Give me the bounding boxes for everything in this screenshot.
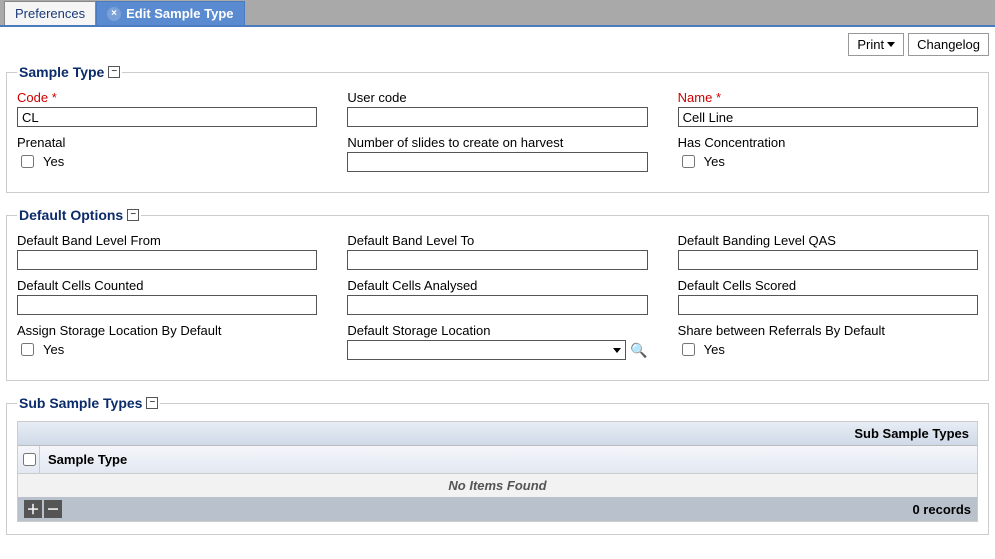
tab-preferences-label: Preferences: [15, 6, 85, 21]
checkbox-has-concentration-yes: Yes: [704, 154, 725, 169]
legend-default-options-label: Default Options: [19, 207, 123, 223]
collapse-toggle-icon[interactable]: −: [146, 397, 158, 409]
input-name[interactable]: [678, 107, 978, 127]
legend-sub-sample-types-label: Sub Sample Types: [19, 395, 142, 411]
input-band-from[interactable]: [17, 250, 317, 270]
tab-preferences[interactable]: Preferences: [4, 1, 96, 25]
print-label: Print: [857, 37, 884, 52]
legend-sample-type: Sample Type −: [17, 64, 122, 80]
fieldset-default-options: Default Options − Default Band Level Fro…: [6, 207, 989, 381]
label-band-from: Default Band Level From: [17, 233, 317, 248]
input-band-qas[interactable]: [678, 250, 978, 270]
input-cells-scored[interactable]: [678, 295, 978, 315]
checkbox-assign-storage[interactable]: [21, 343, 34, 356]
search-icon[interactable]: 🔍: [630, 342, 647, 359]
chevron-down-icon: [887, 42, 895, 47]
input-cells-counted[interactable]: [17, 295, 317, 315]
input-num-slides[interactable]: [347, 152, 647, 172]
tab-edit-sample-type-label: Edit Sample Type: [126, 6, 233, 21]
legend-sample-type-label: Sample Type: [19, 64, 104, 80]
label-share-referrals: Share between Referrals By Default: [678, 323, 978, 338]
label-band-to: Default Band Level To: [347, 233, 647, 248]
table-title: Sub Sample Types: [18, 422, 977, 446]
label-band-qas: Default Banding Level QAS: [678, 233, 978, 248]
sub-sample-types-table: Sub Sample Types Sample Type No Items Fo…: [17, 421, 978, 522]
legend-default-options: Default Options −: [17, 207, 141, 223]
print-button[interactable]: Print: [848, 33, 904, 56]
checkbox-select-all[interactable]: [23, 453, 36, 466]
label-user-code: User code: [347, 90, 647, 105]
label-cells-scored: Default Cells Scored: [678, 278, 978, 293]
table-footer: ＋ － 0 records: [18, 497, 977, 521]
label-prenatal: Prenatal: [17, 135, 317, 150]
collapse-toggle-icon[interactable]: −: [127, 209, 139, 221]
table-empty-message: No Items Found: [18, 474, 977, 497]
checkbox-has-concentration[interactable]: [682, 155, 695, 168]
checkbox-assign-storage-yes: Yes: [43, 342, 64, 357]
input-band-to[interactable]: [347, 250, 647, 270]
label-assign-storage: Assign Storage Location By Default: [17, 323, 317, 338]
toolbar: Print Changelog: [0, 27, 995, 60]
record-count: 0 records: [912, 502, 971, 517]
changelog-label: Changelog: [917, 37, 980, 52]
label-has-concentration: Has Concentration: [678, 135, 978, 150]
checkbox-prenatal[interactable]: [21, 155, 34, 168]
changelog-button[interactable]: Changelog: [908, 33, 989, 56]
tab-edit-sample-type[interactable]: × Edit Sample Type: [96, 1, 244, 25]
label-cells-counted: Default Cells Counted: [17, 278, 317, 293]
input-user-code[interactable]: [347, 107, 647, 127]
fieldset-sample-type: Sample Type − Code * User code Name * Pr…: [6, 64, 989, 193]
checkbox-share-referrals-yes: Yes: [704, 342, 725, 357]
collapse-toggle-icon[interactable]: −: [108, 66, 120, 78]
table-header-row: Sample Type: [18, 446, 977, 474]
legend-sub-sample-types: Sub Sample Types −: [17, 395, 160, 411]
label-cells-analysed: Default Cells Analysed: [347, 278, 647, 293]
checkbox-share-referrals[interactable]: [682, 343, 695, 356]
label-num-slides: Number of slides to create on harvest: [347, 135, 647, 150]
checkbox-prenatal-yes: Yes: [43, 154, 64, 169]
column-header-sample-type[interactable]: Sample Type: [40, 448, 977, 471]
label-code: Code *: [17, 90, 317, 105]
select-default-storage[interactable]: [347, 340, 626, 360]
add-row-button[interactable]: ＋: [24, 500, 42, 518]
chevron-down-icon: [613, 348, 621, 353]
fieldset-sub-sample-types: Sub Sample Types − Sub Sample Types Samp…: [6, 395, 989, 535]
close-icon[interactable]: ×: [107, 7, 121, 21]
remove-row-button[interactable]: －: [44, 500, 62, 518]
tab-bar: Preferences × Edit Sample Type: [0, 0, 995, 27]
label-default-storage: Default Storage Location: [347, 323, 647, 338]
label-name: Name *: [678, 90, 978, 105]
input-code[interactable]: [17, 107, 317, 127]
input-cells-analysed[interactable]: [347, 295, 647, 315]
